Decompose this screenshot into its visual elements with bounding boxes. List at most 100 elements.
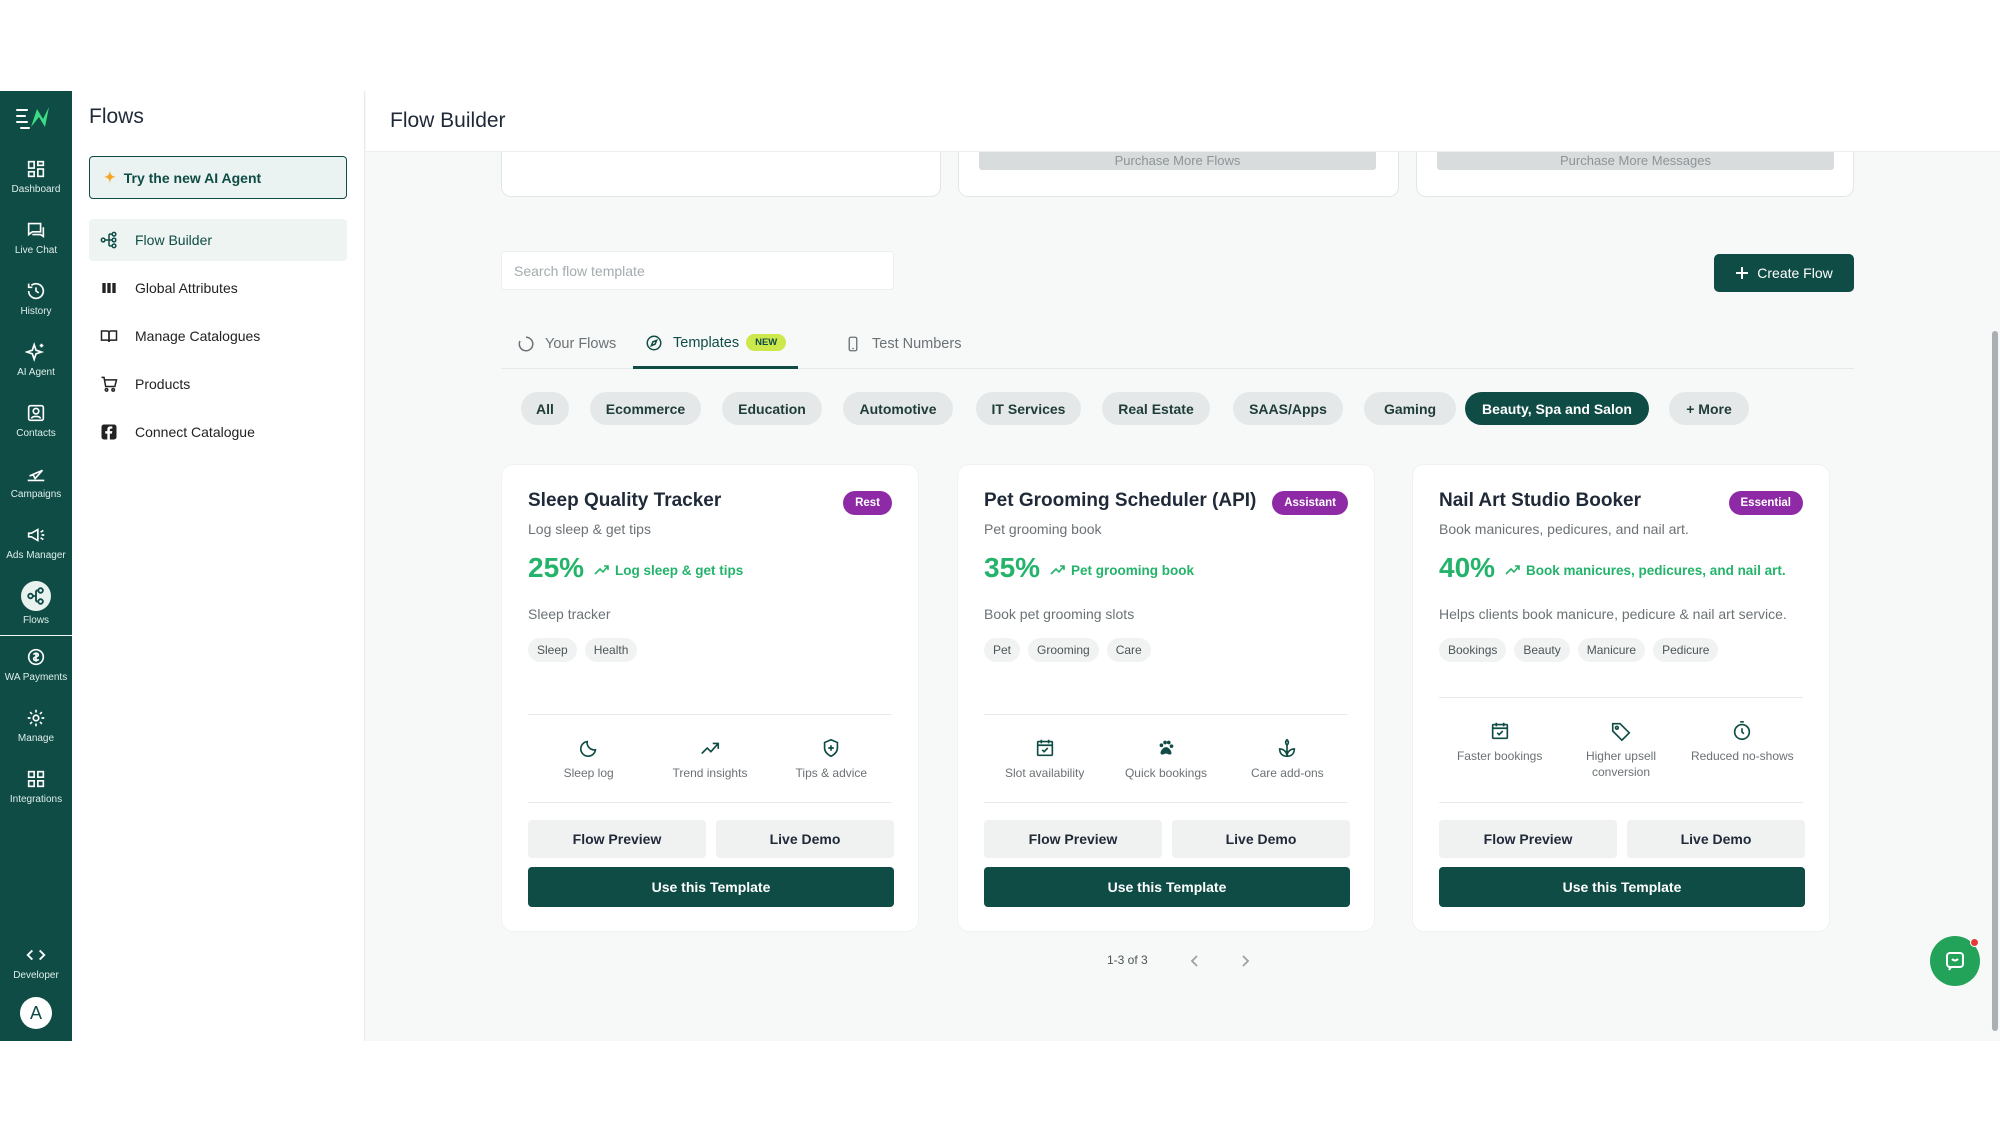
chevron-left-icon: [1190, 955, 1198, 967]
live-demo-button[interactable]: Live Demo: [1172, 820, 1350, 858]
template-features: Sleep log Trend insights Tips & advice: [528, 737, 892, 781]
side-item-global-attributes[interactable]: Global Attributes: [89, 267, 347, 309]
side-item-products[interactable]: Products: [89, 363, 347, 405]
rail-label: Developer: [13, 969, 59, 981]
template-tags: Sleep Health: [528, 638, 638, 662]
category-chip-automotive[interactable]: Automotive: [843, 392, 953, 425]
tab-test-numbers[interactable]: Test Numbers: [844, 319, 961, 369]
template-subtitle: Book manicures, pedicures, and nail art.: [1439, 521, 1689, 537]
feature-item: Faster bookings: [1439, 720, 1560, 780]
rail-item-integrations[interactable]: Integrations: [0, 757, 72, 815]
rail-item-history[interactable]: History: [0, 269, 72, 327]
tag: Pet: [984, 638, 1021, 662]
create-flow-button[interactable]: Create Flow: [1714, 254, 1854, 292]
flow-preview-button[interactable]: Flow Preview: [528, 820, 706, 858]
side-item-label: Connect Catalogue: [135, 424, 255, 440]
template-trend: Pet grooming book: [1050, 562, 1194, 578]
purchase-more-messages-button[interactable]: Purchase More Messages: [1437, 150, 1834, 170]
use-template-button[interactable]: Use this Template: [984, 867, 1350, 907]
divider: [984, 714, 1348, 715]
rail-item-manage[interactable]: Manage: [0, 696, 72, 754]
flow-preview-button[interactable]: Flow Preview: [984, 820, 1162, 858]
category-chip-ecommerce[interactable]: Ecommerce: [590, 392, 701, 425]
template-card: Nail Art Studio Booker Essential Book ma…: [1412, 464, 1830, 932]
template-percent: 35%: [984, 552, 1041, 583]
use-template-button[interactable]: Use this Template: [528, 867, 894, 907]
purchase-more-flows-button[interactable]: Purchase More Flows: [979, 150, 1376, 170]
gear-icon: [27, 709, 45, 726]
feature-item: Sleep log: [528, 737, 649, 781]
rail-label: AI Agent: [17, 366, 55, 378]
rail-label: Ads Manager: [6, 549, 66, 561]
live-demo-button[interactable]: Live Demo: [1627, 820, 1805, 858]
divider: [1439, 697, 1803, 698]
rail-label: Live Chat: [14, 244, 58, 256]
live-demo-button[interactable]: Live Demo: [716, 820, 894, 858]
template-title: Nail Art Studio Booker: [1439, 490, 1641, 511]
category-chip-beauty-spa-salon[interactable]: Beauty, Spa and Salon: [1465, 392, 1649, 425]
feature-label: Slot availability: [1004, 766, 1085, 780]
feature-label: Trend insights: [672, 766, 748, 780]
rail-item-wa-payments[interactable]: WA Payments: [0, 635, 72, 693]
template-description: Book pet grooming slots: [984, 606, 1135, 622]
side-item-connect-catalogue[interactable]: Connect Catalogue: [89, 411, 347, 453]
trend-label: Log sleep & get tips: [615, 562, 744, 578]
category-chip-saas-apps[interactable]: SAAS/Apps: [1233, 392, 1343, 425]
main-content: Purchase More Flows Purchase More Messag…: [366, 91, 2000, 1041]
side-item-flow-builder[interactable]: Flow Builder: [89, 219, 347, 261]
tab-your-flows[interactable]: Your Flows: [517, 319, 616, 369]
trend-up-icon: [1050, 565, 1065, 575]
divider: [1439, 802, 1803, 803]
rail-item-flows[interactable]: Flows: [0, 574, 72, 636]
side-item-label: Manage Catalogues: [135, 328, 261, 344]
feature-item: Care add-ons: [1227, 737, 1348, 781]
template-features: Slot availability Quick bookings Care ad…: [984, 737, 1348, 781]
feature-item: Higher upsell conversion: [1560, 720, 1681, 780]
template-card: Sleep Quality Tracker Rest Log sleep & g…: [501, 464, 919, 932]
use-template-button[interactable]: Use this Template: [1439, 867, 1805, 907]
try-ai-agent-button[interactable]: ✦ Try the new AI Agent: [89, 156, 347, 199]
rail-item-ads-manager[interactable]: Ads Manager: [0, 513, 72, 571]
rail-label: Dashboard: [11, 183, 61, 195]
calendar-check-icon: [1491, 722, 1508, 740]
category-chip-it-services[interactable]: IT Services: [976, 392, 1081, 425]
rail-item-contacts[interactable]: Contacts: [0, 391, 72, 449]
rail-item-campaigns[interactable]: Campaigns: [0, 452, 72, 510]
feature-label: Reduced no-shows: [1690, 749, 1794, 763]
rail-item-ai-agent[interactable]: AI Agent: [0, 330, 72, 388]
tab-label: Test Numbers: [872, 336, 962, 352]
rail-item-developer[interactable]: Developer: [0, 933, 72, 991]
cart-icon: [101, 376, 118, 392]
template-percent: 25%: [528, 552, 585, 583]
rail-item-dashboard[interactable]: Dashboard: [0, 147, 72, 205]
category-chip-gaming[interactable]: Gaming: [1364, 392, 1456, 425]
flow-preview-button[interactable]: Flow Preview: [1439, 820, 1617, 858]
page-title: Flow Builder: [390, 109, 506, 132]
divider: [984, 802, 1348, 803]
avatar[interactable]: A: [20, 997, 52, 1029]
feature-label: Tips & advice: [795, 766, 868, 780]
chevron-right-icon: [1242, 955, 1250, 967]
category-chip-education[interactable]: Education: [722, 392, 822, 425]
search-input[interactable]: Search flow template: [501, 251, 894, 290]
app-logo[interactable]: [10, 101, 62, 135]
next-page-button[interactable]: [1235, 951, 1255, 971]
previous-page-button[interactable]: [1185, 951, 1205, 971]
app-window: Dashboard Live Chat History AI Agent Con…: [0, 91, 2000, 1041]
template-title: Sleep Quality Tracker: [528, 490, 722, 511]
template-subtitle: Log sleep & get tips: [528, 521, 651, 537]
category-chip-more[interactable]: + More: [1669, 392, 1749, 425]
rail-label: Contacts: [16, 427, 56, 439]
template-trend: Log sleep & get tips: [594, 562, 743, 578]
scrollbar-thumb[interactable]: [1992, 331, 1998, 1031]
history-icon: [27, 282, 45, 299]
rail-item-live-chat[interactable]: Live Chat: [0, 208, 72, 266]
side-item-manage-catalogues[interactable]: Manage Catalogues: [89, 315, 347, 357]
tab-templates[interactable]: Templates NEW: [633, 319, 799, 369]
support-chat-button[interactable]: [1930, 936, 1980, 986]
tag: Manicure: [1577, 638, 1646, 662]
trend-label: Book manicures, pedicures, and nail art.: [1526, 562, 1786, 578]
category-chip-all[interactable]: All: [521, 392, 569, 425]
side-panel-title: Flows: [89, 105, 144, 128]
category-chip-real-estate[interactable]: Real Estate: [1102, 392, 1210, 425]
